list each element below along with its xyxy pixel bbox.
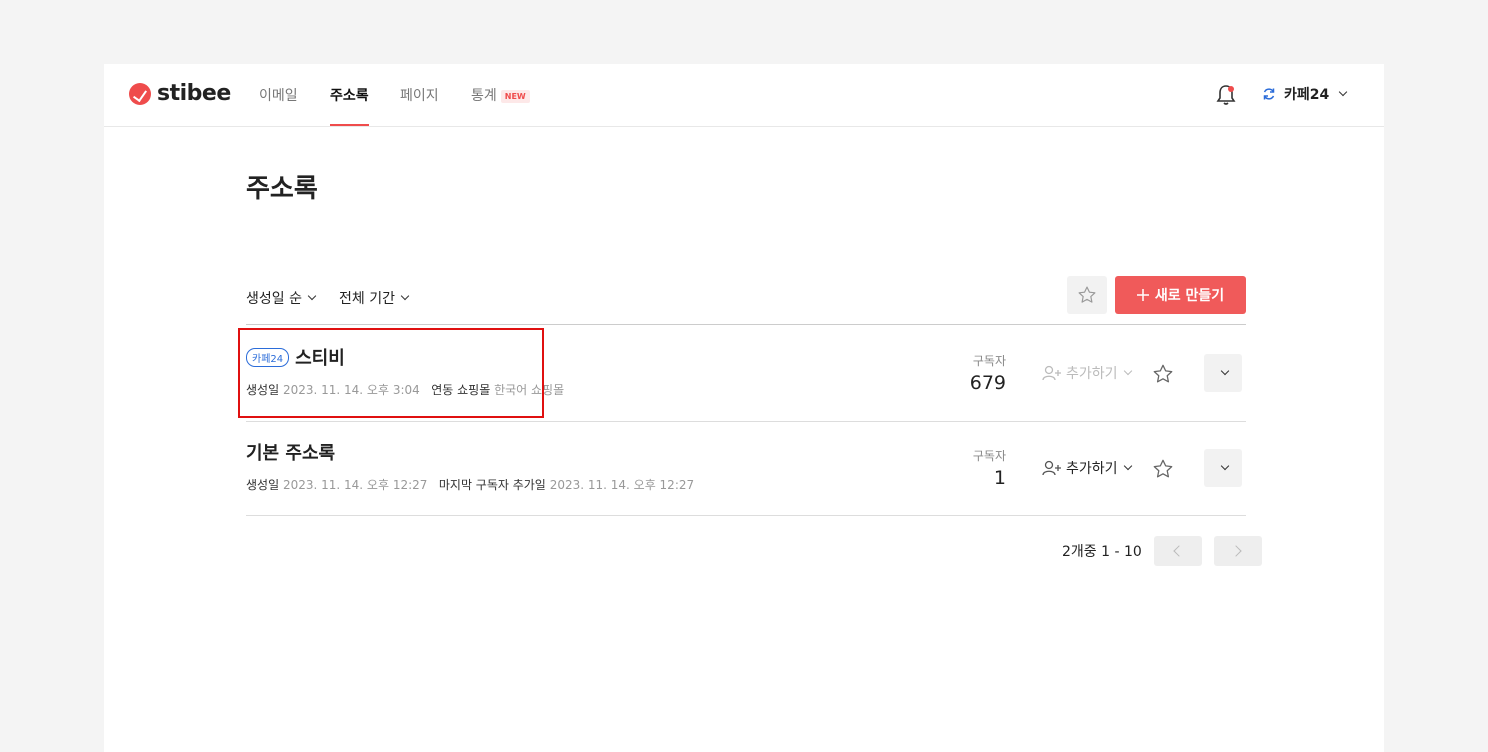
chevron-down-icon [1220, 461, 1229, 471]
subscriber-count: 679 [969, 372, 1006, 394]
add-subscribers-button[interactable]: 추가하기 [1042, 363, 1132, 383]
stibee-logo[interactable]: stibee [129, 81, 231, 106]
create-new-label: 새로 만들기 [1154, 288, 1225, 304]
sync-icon [1263, 88, 1275, 100]
chevron-down-icon [1220, 366, 1229, 376]
add-subscribers-label: 추가하기 [1066, 461, 1118, 477]
favorite-toggle[interactable] [1152, 458, 1174, 484]
logo-text: stibee [157, 81, 231, 106]
row-divider [246, 421, 1246, 422]
next-page-button[interactable] [1213, 536, 1262, 566]
app-container: stibee 이메일 주소록 페이지 통계 NEW 카페24 주소록 생성일 순… [104, 64, 1384, 752]
top-navigation: stibee 이메일 주소록 페이지 통계 NEW 카페24 [104, 64, 1384, 127]
last-added-label: 마지막 구독자 추가일 [438, 478, 546, 492]
list-bottom-divider [246, 515, 1246, 516]
star-icon [1153, 459, 1173, 478]
list-title[interactable]: 기본 주소록 [246, 439, 335, 465]
favorites-filter-button[interactable] [1067, 276, 1107, 314]
list-top-divider [246, 324, 1246, 325]
active-tab-indicator [330, 124, 369, 126]
highlight-box [238, 328, 544, 418]
tab-statistics-label: 통계 [471, 88, 497, 104]
account-name: 카페24 [1284, 87, 1330, 103]
add-subscribers-button[interactable]: 추가하기 [1042, 458, 1132, 478]
prev-page-button[interactable] [1153, 536, 1202, 566]
tab-statistics[interactable]: 통계 NEW [471, 85, 530, 105]
chevron-down-icon [1123, 461, 1132, 471]
last-added-value: 2023. 11. 14. 오후 12:27 [549, 478, 695, 492]
notification-dot [1228, 86, 1234, 92]
star-icon [1153, 364, 1173, 383]
create-new-button[interactable]: 새로 만들기 [1115, 276, 1246, 314]
account-switcher[interactable]: 카페24 [1262, 84, 1348, 104]
created-value: 2023. 11. 14. 오후 12:27 [282, 478, 428, 492]
page-title: 주소록 [246, 174, 318, 204]
list-name: 기본 주소록 [246, 443, 336, 464]
logo-icon [129, 82, 151, 105]
list-item[interactable]: 기본 주소록 생성일 2023. 11. 14. 오후 12:27 마지막 구독… [246, 439, 1246, 509]
subscribers-label: 구독자 [972, 449, 1006, 463]
filter-bar: 생성일 순 전체 기간 [246, 288, 410, 308]
subscriber-count: 1 [993, 467, 1006, 489]
chevron-down-icon [1339, 87, 1348, 97]
chevron-right-icon [1230, 545, 1242, 557]
expand-row-button[interactable] [1204, 354, 1242, 392]
add-user-icon [1042, 460, 1061, 476]
favorite-toggle[interactable] [1152, 363, 1174, 389]
chevron-left-icon [1173, 545, 1185, 557]
chevron-down-icon [307, 291, 317, 301]
star-icon [1078, 286, 1096, 303]
expand-row-button[interactable] [1204, 449, 1242, 487]
tab-email[interactable]: 이메일 [259, 85, 298, 105]
chevron-down-icon [400, 291, 410, 301]
sort-dropdown[interactable]: 생성일 순 [246, 288, 317, 308]
sort-label: 생성일 순 [246, 291, 302, 307]
tab-address-book[interactable]: 주소록 [330, 85, 369, 105]
pagination-summary: 2개중 1 - 10 [1062, 544, 1142, 560]
period-dropdown[interactable]: 전체 기간 [338, 288, 410, 308]
chevron-down-icon [1123, 366, 1132, 376]
tab-page[interactable]: 페이지 [400, 85, 439, 105]
pagination: 2개중 1 - 10 [1062, 536, 1262, 566]
new-badge: NEW [500, 89, 530, 103]
add-user-icon [1042, 365, 1061, 381]
subscribers-label: 구독자 [972, 354, 1006, 368]
plus-icon [1136, 289, 1149, 301]
list-meta: 생성일 2023. 11. 14. 오후 12:27 마지막 구독자 추가일 2… [246, 476, 694, 493]
created-label: 생성일 [246, 478, 280, 492]
period-label: 전체 기간 [338, 291, 395, 307]
add-subscribers-label: 추가하기 [1066, 366, 1118, 382]
